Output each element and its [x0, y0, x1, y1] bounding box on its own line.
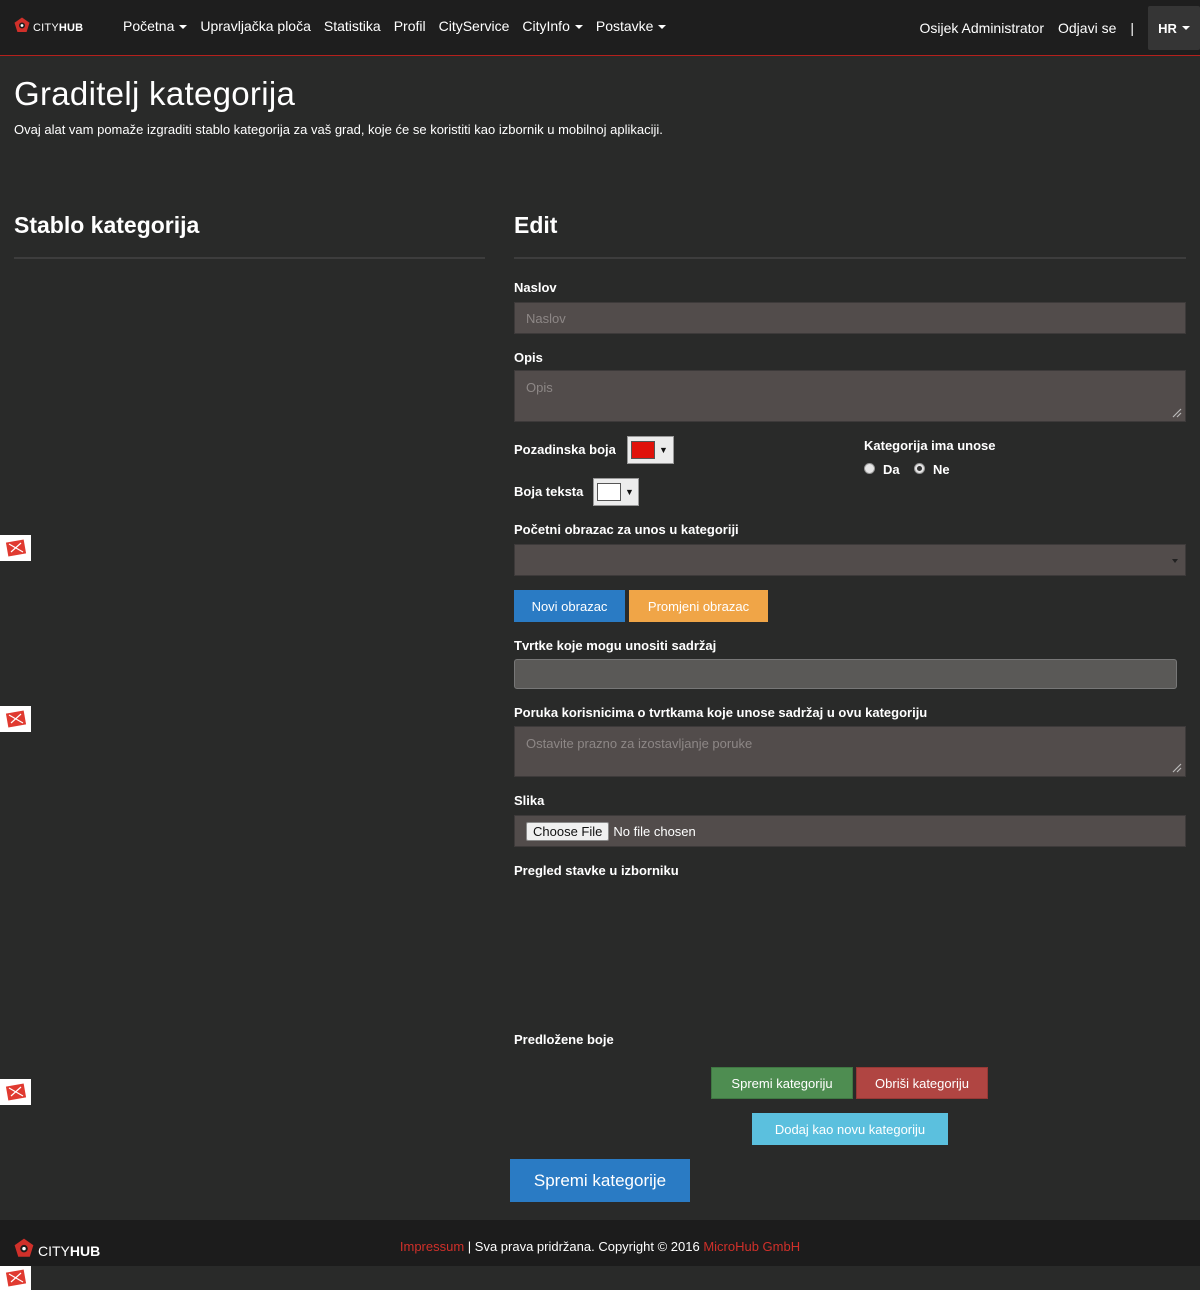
- initial-form-label: Početni obrazac za unos u kategoriji: [514, 522, 739, 537]
- nav-item-pocetna[interactable]: Početna: [123, 18, 188, 34]
- add-as-new-category-button[interactable]: Dodaj kao novu kategoriju: [752, 1113, 948, 1145]
- message-label: Poruka korisnicima o tvrtkama koje unose…: [514, 705, 928, 720]
- file-status-text: No file chosen: [613, 823, 696, 839]
- companies-multiselect[interactable]: [514, 659, 1177, 689]
- nav-item-cityservice[interactable]: CityService: [439, 18, 510, 34]
- has-entries-no-radio[interactable]: [914, 463, 925, 474]
- resize-handle-icon[interactable]: [1172, 763, 1182, 773]
- message-placeholder: Ostavite prazno za izostavljanje poruke: [526, 736, 753, 751]
- caret-down-icon: [179, 25, 188, 30]
- save-categories-button[interactable]: Spremi kategorije: [510, 1159, 690, 1202]
- has-entries-yes-radio[interactable]: [864, 463, 875, 474]
- nav-item-upravljacka-ploca[interactable]: Upravljačka ploča: [200, 18, 311, 34]
- user-menu: Osijek Administrator Odjavi se | HR: [920, 0, 1200, 56]
- image-label: Slika: [514, 793, 545, 808]
- companies-label: Tvrtke koje mogu unositi sadržaj: [514, 638, 717, 653]
- floating-widget-icon[interactable]: [0, 1079, 31, 1105]
- floating-widget-icon[interactable]: [0, 535, 31, 561]
- save-category-button[interactable]: Spremi kategoriju: [711, 1067, 853, 1099]
- initial-form-select[interactable]: [514, 544, 1186, 576]
- background-color-picker[interactable]: ▼: [627, 436, 674, 464]
- footer: CITYHUB Impressum | Sva prava pridržana.…: [0, 1220, 1200, 1266]
- caret-down-icon: [574, 25, 583, 30]
- dropdown-arrow-icon: ▼: [659, 445, 668, 455]
- menu-item-preview: [514, 885, 1186, 1025]
- brand-logo[interactable]: CITYHUB: [14, 17, 83, 38]
- caret-down-icon: [1181, 26, 1190, 30]
- nav-item-postavke[interactable]: Postavke: [596, 18, 667, 34]
- edit-heading: Edit: [514, 212, 558, 238]
- suggested-colors-label: Predložene boje: [514, 1032, 614, 1047]
- select-arrow-icon: [1172, 559, 1178, 563]
- category-tree: [14, 262, 485, 1202]
- delete-category-button[interactable]: Obriši kategoriju: [856, 1067, 988, 1099]
- edit-divider: [514, 257, 1186, 259]
- description-placeholder: Opis: [526, 380, 553, 395]
- title-label: Naslov: [514, 280, 557, 295]
- dropdown-arrow-icon: ▼: [625, 487, 634, 497]
- new-form-button[interactable]: Novi obrazac: [514, 590, 625, 622]
- user-name-link[interactable]: Osijek Administrator: [920, 20, 1044, 36]
- choose-file-button[interactable]: Choose File: [526, 821, 610, 841]
- page-title: Graditelj kategorija: [14, 75, 296, 112]
- description-textarea[interactable]: Opis: [514, 370, 1186, 422]
- floating-widget-icon[interactable]: [0, 706, 31, 732]
- message-textarea[interactable]: Ostavite prazno za izostavljanje poruke: [514, 726, 1186, 777]
- nav-item-statistika[interactable]: Statistika: [324, 18, 381, 34]
- preview-label: Pregled stavke u izborniku: [514, 863, 679, 878]
- company-link[interactable]: MicroHub GmbH: [703, 1239, 800, 1254]
- has-entries-label: Kategorija ima unose: [864, 438, 996, 453]
- text-color-label: Boja teksta: [514, 484, 584, 499]
- top-navbar: CITYHUB Početna Upravljačka ploča Statis…: [0, 0, 1200, 56]
- description-label: Opis: [514, 350, 543, 365]
- cityhub-logo-icon: [14, 17, 30, 38]
- text-color-picker[interactable]: ▼: [593, 478, 639, 506]
- main-menu: Početna Upravljačka ploča Statistika Pro…: [123, 18, 679, 34]
- nav-separator: |: [1130, 20, 1134, 36]
- logout-link[interactable]: Odjavi se: [1058, 20, 1116, 36]
- title-input[interactable]: Naslov: [514, 302, 1186, 334]
- has-entries-yes-label: Da: [883, 462, 900, 477]
- tree-divider: [14, 257, 485, 259]
- background-color-label: Pozadinska boja: [514, 442, 616, 457]
- nav-item-profil[interactable]: Profil: [394, 18, 426, 34]
- tree-heading: Stablo kategorija: [14, 212, 200, 238]
- text-color-swatch: [597, 483, 621, 501]
- language-dropdown[interactable]: HR: [1148, 6, 1200, 50]
- brand-name: CITYHUB: [33, 21, 84, 34]
- footer-copyright: Impressum | Sva prava pridržana. Copyrig…: [0, 1239, 1200, 1254]
- caret-down-icon: [658, 25, 667, 30]
- change-form-button[interactable]: Promjeni obrazac: [629, 590, 768, 622]
- has-entries-no-label: Ne: [933, 462, 950, 477]
- page-description: Ovaj alat vam pomaže izgraditi stablo ka…: [14, 122, 663, 137]
- image-file-input: Choose File No file chosen: [514, 815, 1186, 847]
- background-color-swatch: [631, 441, 655, 459]
- nav-item-cityinfo[interactable]: CityInfo: [522, 18, 583, 34]
- floating-widget-icon[interactable]: [0, 1266, 31, 1290]
- copyright-text: | Sva prava pridržana. Copyright © 2016: [464, 1239, 704, 1254]
- impressum-link[interactable]: Impressum: [400, 1239, 464, 1254]
- resize-handle-icon[interactable]: [1172, 408, 1182, 418]
